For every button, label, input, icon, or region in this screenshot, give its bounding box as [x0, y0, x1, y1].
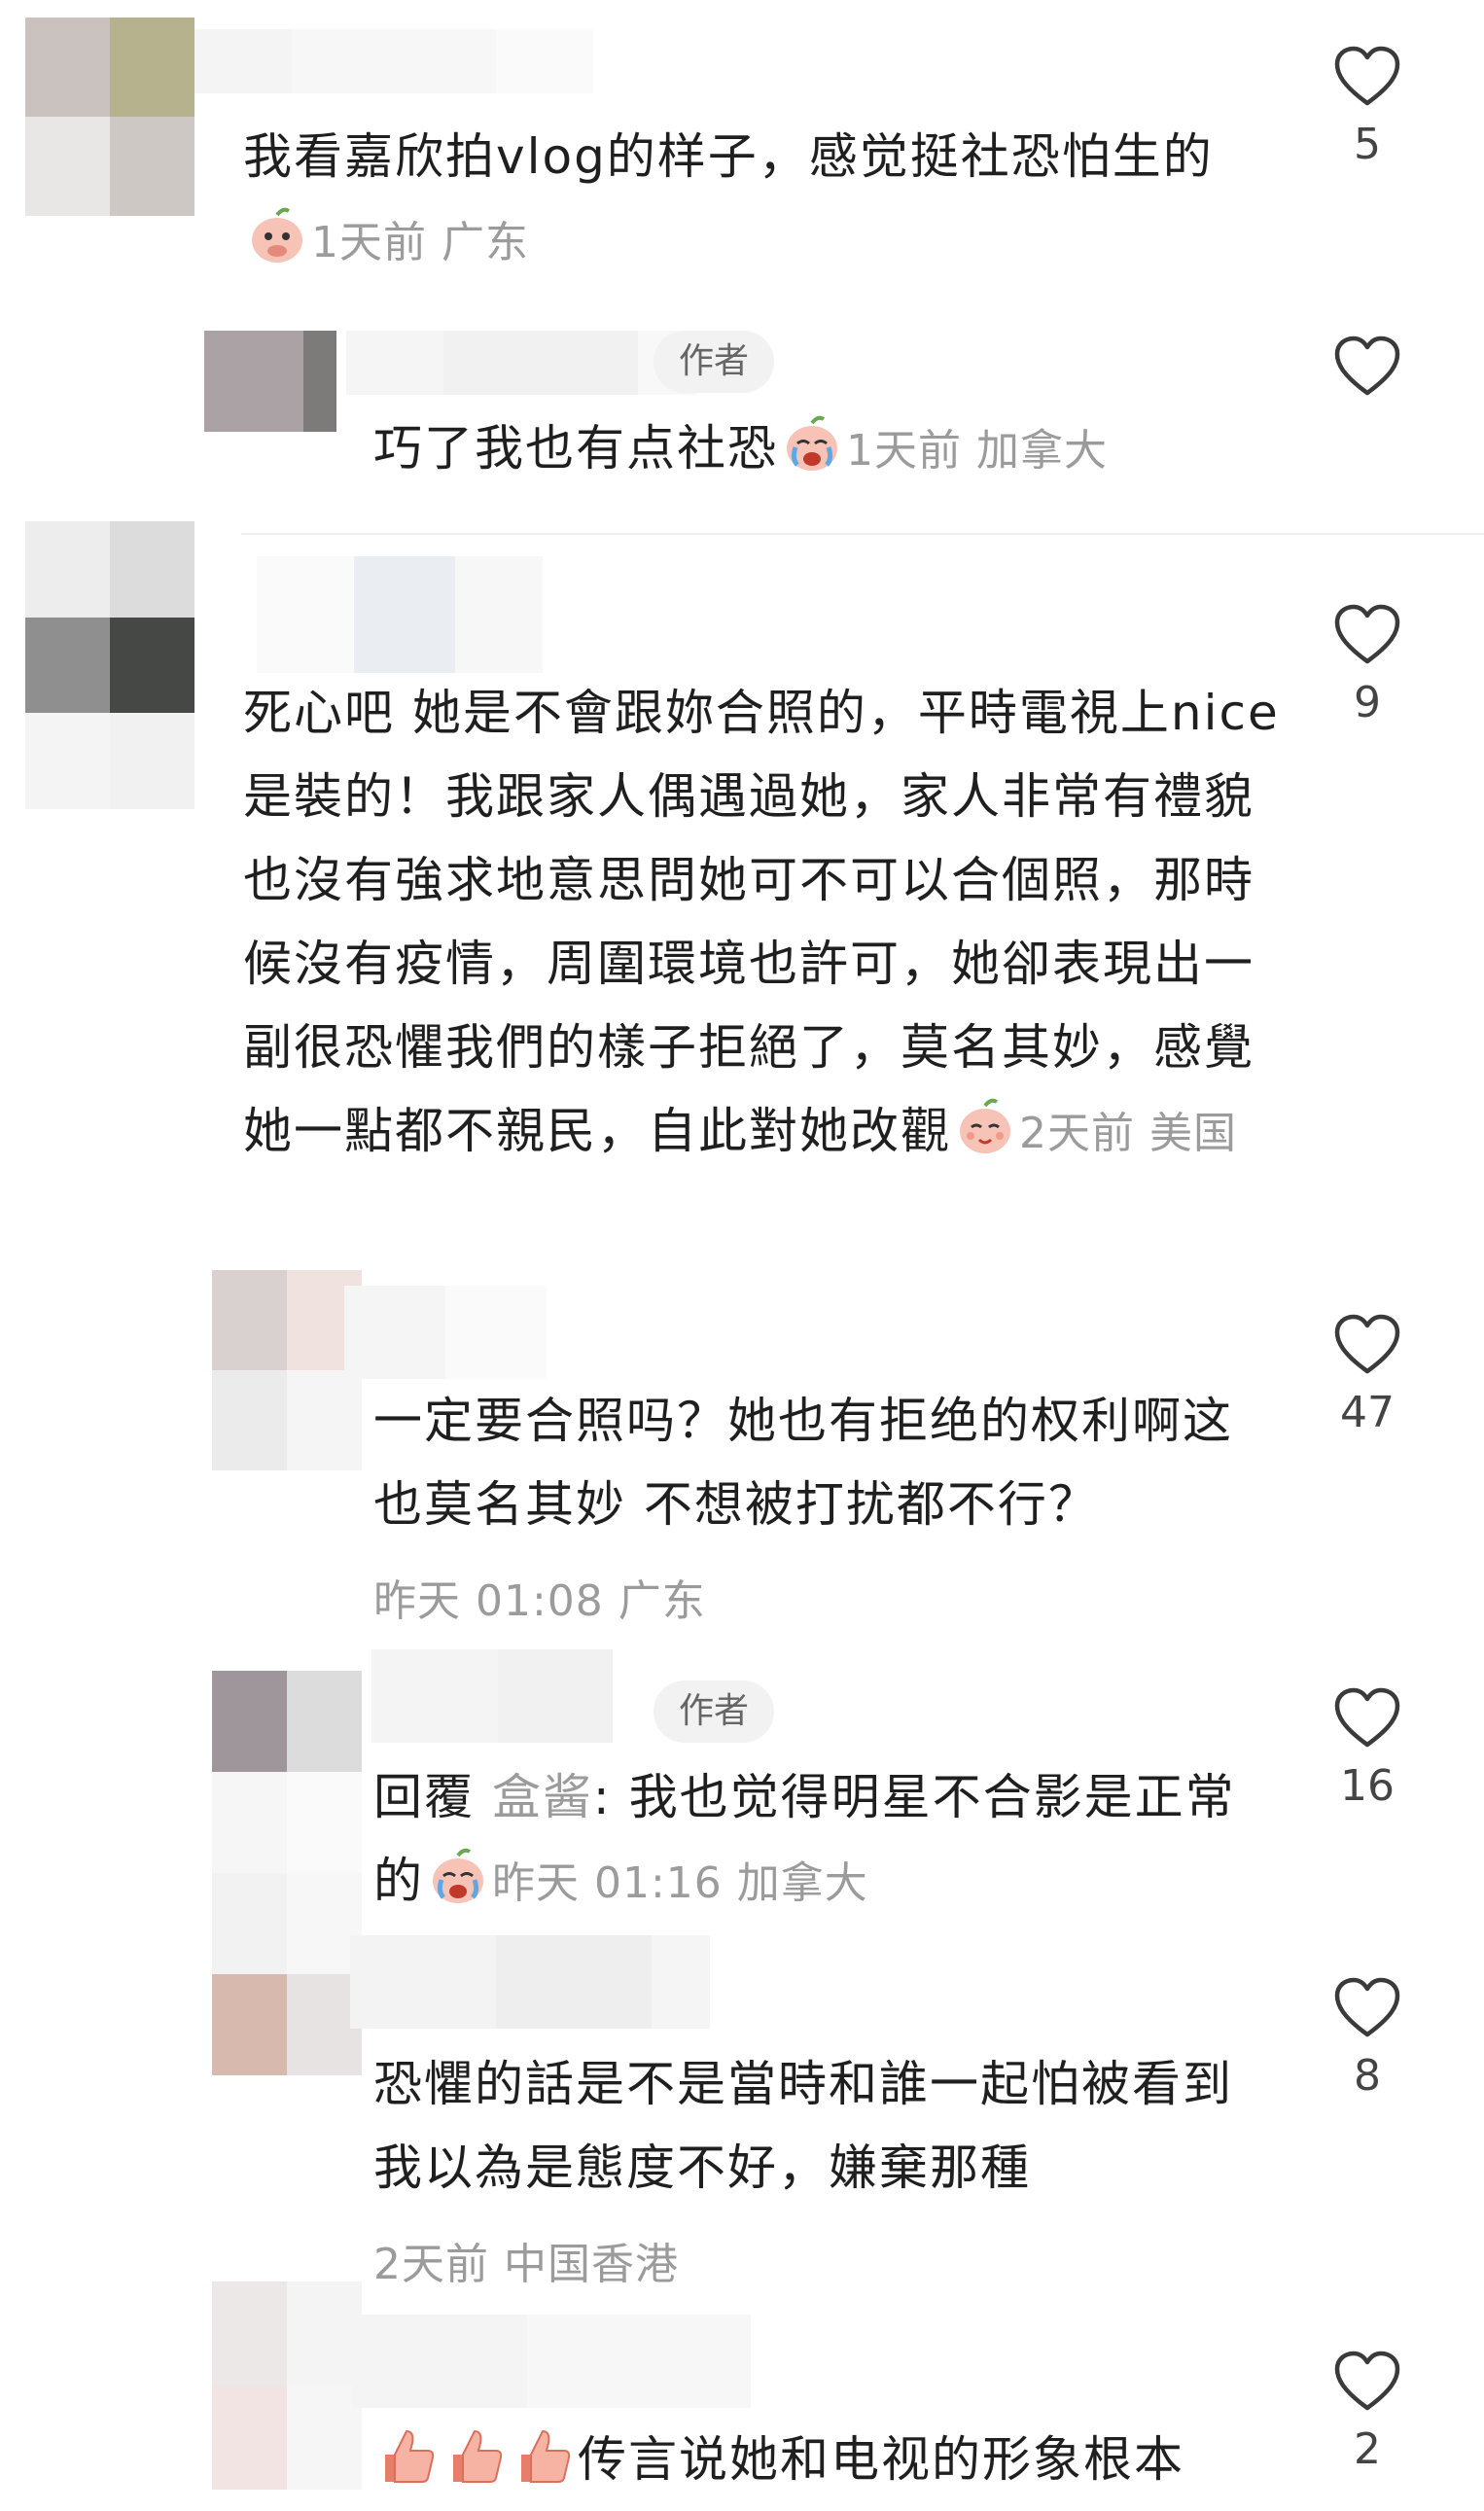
username-blurred[interactable] — [346, 331, 696, 395]
username-blurred[interactable] — [194, 29, 593, 93]
thumbs-up-emoji-icon — [513, 2425, 574, 2486]
like-count: 8 — [1354, 2051, 1381, 2101]
author-badge: 作者 — [654, 331, 775, 393]
avatar[interactable] — [25, 18, 194, 216]
heart-icon — [1334, 1687, 1400, 1748]
crying-emoji-icon — [428, 1847, 488, 1907]
reply-meta: 昨天 01:16 加拿大 — [492, 1858, 868, 1908]
author-badge: 作者 — [654, 1680, 775, 1743]
thumbs-up-emoji-icon — [445, 2425, 506, 2486]
avatar[interactable] — [212, 1671, 362, 1873]
avatar[interactable] — [212, 2281, 362, 2490]
like-button[interactable] — [1309, 335, 1426, 410]
username-blurred[interactable] — [257, 556, 543, 673]
thumbs-up-emoji-icon — [377, 2425, 438, 2486]
heart-icon — [1334, 2351, 1400, 2411]
like-button[interactable]: 2 — [1309, 2350, 1426, 2474]
like-count: 47 — [1340, 1388, 1395, 1437]
reply-text: 一定要合照吗？她也有拒绝的权利啊这也莫名其妙 不想被打扰都不行？ — [373, 1393, 1233, 1533]
reply-meta: 昨天 01:08 广东 — [373, 1576, 706, 1626]
heart-icon — [1334, 604, 1400, 664]
crying-emoji-icon — [782, 414, 842, 475]
heart-icon — [1334, 46, 1400, 106]
reply-text: 巧了我也有点社恐 1天前 加拿大 — [373, 407, 1249, 493]
comment-meta: 1天前 广东 — [311, 218, 529, 267]
avatar[interactable] — [212, 1270, 362, 1470]
comment-text: 我看嘉欣拍vlog的样子，感觉挺社恐怕生的1天前 广东 — [243, 128, 1214, 267]
like-button[interactable]: 16 — [1309, 1686, 1426, 1811]
avatar[interactable] — [212, 1873, 362, 2075]
comment-text: 死心吧 她是不會跟妳合照的，平時電視上nice是裝的！我跟家人偶遇過她，家人非常… — [243, 685, 1280, 1159]
like-button[interactable]: 5 — [1309, 45, 1426, 169]
username-blurred[interactable] — [350, 1935, 710, 2029]
reply-text: 恐懼的話是不是當時和誰一起怕被看到我以為是態度不好，嫌棄那種 — [373, 2056, 1233, 2196]
comment-meta: 2天前 美国 — [1019, 1109, 1237, 1158]
like-button[interactable]: 47 — [1309, 1313, 1426, 1437]
reply-text: 回覆 盒酱: 我也觉得明星不合影是正常的 昨天 01:16 加拿大 — [373, 1769, 1236, 1909]
like-button[interactable]: 8 — [1309, 1976, 1426, 2101]
divider — [241, 533, 1484, 535]
smiling-emoji-icon — [955, 1097, 1015, 1157]
heart-icon — [1334, 1314, 1400, 1374]
like-count: 16 — [1340, 1761, 1395, 1811]
username-blurred[interactable] — [344, 1286, 547, 1379]
avatar[interactable] — [204, 331, 336, 432]
covering-mouth-emoji-icon — [247, 206, 307, 266]
reply-meta: 2天前 中国香港 — [373, 2240, 679, 2289]
reply-to-username[interactable]: 盒酱 — [492, 1769, 593, 1825]
avatar[interactable] — [25, 521, 194, 809]
reply-meta: 1天前 加拿大 — [846, 426, 1108, 476]
username-blurred[interactable] — [371, 1649, 613, 1743]
like-count: 9 — [1354, 678, 1381, 727]
like-count: 5 — [1354, 120, 1381, 169]
heart-icon — [1334, 1977, 1400, 2037]
username-blurred[interactable] — [352, 2315, 751, 2408]
like-count: 2 — [1354, 2424, 1381, 2474]
like-button[interactable]: 9 — [1309, 603, 1426, 727]
heart-icon — [1334, 336, 1400, 396]
reply-text: 传言说她和电视的形象根本 — [373, 2418, 1278, 2501]
